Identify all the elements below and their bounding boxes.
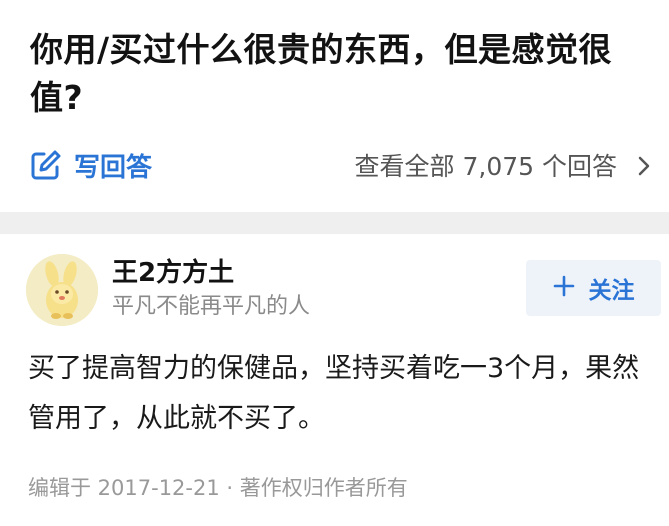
chevron-right-icon — [633, 154, 655, 176]
question-title[interactable]: 你用/买过什么很贵的东西，但是感觉很值? — [30, 26, 650, 122]
edit-icon — [30, 149, 62, 181]
write-answer-label: 写回答 — [74, 152, 153, 183]
author-name[interactable]: 王2方方土 — [112, 252, 234, 289]
follow-label: 关注 — [588, 278, 635, 304]
answer-meta: 编辑于 2017-12-21 · 著作权归作者所有 — [28, 476, 408, 500]
plus-icon — [553, 273, 575, 303]
write-answer-button[interactable]: 写回答 — [30, 142, 152, 188]
avatar[interactable] — [26, 254, 98, 326]
view-all-answers-link[interactable]: 查看全部 7,075 个回答 — [355, 142, 655, 188]
question-actions: 写回答 查看全部 7,075 个回答 — [30, 142, 655, 188]
section-divider — [0, 212, 669, 234]
author-bio: 平凡不能再平凡的人 — [112, 294, 311, 319]
question-header: 你用/买过什么很贵的东西，但是感觉很值? 写回答 查看全部 7,075 个回答 — [0, 0, 669, 212]
view-all-answers-label: 查看全部 7,075 个回答 — [354, 152, 617, 181]
follow-button[interactable]: 关注 — [526, 260, 661, 316]
answer-content[interactable]: 买了提高智力的保健品，坚持买着吃一3个月，果然管用了，从此就不买了。 — [28, 344, 653, 444]
answer-card: 王2方方土 平凡不能再平凡的人 关注 买了提高智力的保健品，坚持买着吃一3个月，… — [0, 234, 669, 526]
